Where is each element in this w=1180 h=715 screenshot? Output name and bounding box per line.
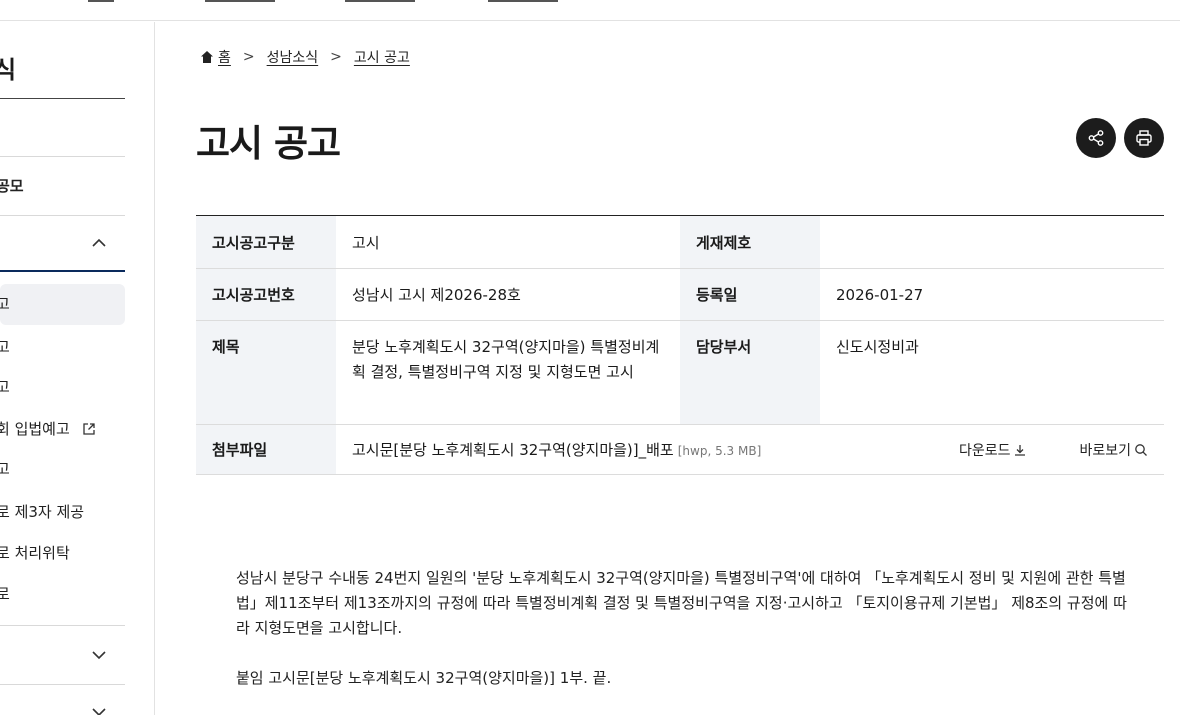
attachment-label: 첨부파일 bbox=[196, 424, 336, 475]
top-nav-item[interactable] bbox=[205, 0, 275, 2]
department-label: 담당부서 bbox=[680, 320, 820, 425]
attachment-actions: 다운로드 바로보기 bbox=[907, 440, 1148, 460]
chevron-down-icon[interactable] bbox=[91, 647, 107, 663]
sidebar-subitem-legislative-notice[interactable]: 회 입법예고 bbox=[0, 418, 96, 439]
sidebar-active-highlight bbox=[0, 284, 125, 325]
category-value: 고시 bbox=[336, 215, 680, 269]
share-button[interactable] bbox=[1076, 118, 1116, 158]
external-link-icon bbox=[83, 423, 95, 435]
divider bbox=[0, 156, 125, 157]
table-row: 제목 분당 노후계획도시 32구역(양지마을) 특별정비계획 결정, 특별정비구… bbox=[196, 320, 1164, 425]
top-nav-item[interactable] bbox=[345, 0, 415, 2]
sidebar-subitem[interactable]: 고 bbox=[0, 376, 10, 397]
body-paragraph: 붙임 고시문[분당 노후계획도시 32구역(양지마을)] 1부. 끝. bbox=[236, 669, 612, 687]
breadcrumb-notice[interactable]: 고시 공고 bbox=[354, 47, 410, 67]
search-icon bbox=[1135, 443, 1147, 456]
subject-value: 분당 노후계획도시 32구역(양지마을) 특별정비계획 결정, 특별정비구역 지… bbox=[336, 320, 680, 425]
download-icon bbox=[1015, 444, 1026, 456]
home-icon bbox=[201, 51, 213, 63]
notice-number-label: 고시공고번호 bbox=[196, 268, 336, 321]
divider bbox=[0, 215, 125, 216]
sidebar-subitem-third-party[interactable]: 로 제3자 제공 bbox=[0, 501, 84, 522]
breadcrumb-news[interactable]: 성남소식 bbox=[267, 47, 319, 67]
table-row: 고시공고번호 성남시 고시 제2026-28호 등록일 2026-01-27 bbox=[196, 268, 1164, 321]
preview-button[interactable]: 바로보기 bbox=[1079, 440, 1148, 460]
attachment-cell: 고시문[분당 노후계획도시 32구역(양지마을)]_배포 [hwp, 5.3 MB… bbox=[336, 424, 1164, 475]
sidebar-subitem-notice[interactable]: 고 bbox=[0, 293, 10, 314]
breadcrumb-home[interactable]: 홈 bbox=[218, 47, 231, 67]
post-number-label: 게재제호 bbox=[680, 215, 820, 269]
table-row: 첨부파일 고시문[분당 노후계획도시 32구역(양지마을)]_배포 [hwp, 5… bbox=[196, 424, 1164, 475]
sidebar-subitem[interactable]: 로 bbox=[0, 583, 10, 604]
divider bbox=[0, 684, 125, 685]
sidebar-subitem-outsourcing[interactable]: 로 처리위탁 bbox=[0, 542, 70, 563]
table-row: 고시공고구분 고시 게재제호 bbox=[196, 215, 1164, 269]
top-nav-item[interactable] bbox=[88, 0, 114, 2]
sidebar-item-contest[interactable]: 공모 bbox=[0, 175, 24, 196]
attachment-meta: [hwp, 5.3 MB] bbox=[677, 444, 762, 458]
department-value: 신도시정비과 bbox=[820, 320, 1164, 425]
notice-number-value: 성남시 고시 제2026-28호 bbox=[336, 268, 680, 321]
preview-label: 바로보기 bbox=[1079, 442, 1131, 459]
download-button[interactable]: 다운로드 bbox=[959, 440, 1028, 460]
chevron-right-icon: > bbox=[242, 49, 255, 65]
subject-label: 제목 bbox=[196, 320, 336, 425]
printer-icon bbox=[1136, 130, 1152, 146]
breadcrumb: 홈 > 성남소식 > 고시 공고 bbox=[200, 47, 410, 67]
download-label: 다운로드 bbox=[958, 442, 1011, 459]
post-number-value bbox=[820, 215, 1164, 269]
registration-date-label: 등록일 bbox=[680, 268, 820, 321]
notice-body: 성남시 분당구 수내동 24번지 일원의 '분당 노후계획도시 32구역(양지마… bbox=[236, 566, 1136, 691]
sidebar-subitem[interactable]: 고 bbox=[0, 336, 10, 357]
sidebar-subitem-label: 회 입법예고 bbox=[0, 420, 70, 438]
chevron-right-icon: > bbox=[330, 49, 342, 65]
divider bbox=[0, 625, 125, 626]
body-paragraph: 성남시 분당구 수내동 24번지 일원의 '분당 노후계획도시 32구역(양지마… bbox=[236, 569, 1127, 637]
top-nav-item[interactable] bbox=[488, 0, 558, 2]
attachment-file: 고시문[분당 노후계획도시 32구역(양지마을)]_배포 [hwp, 5.3 MB… bbox=[352, 439, 761, 460]
sidebar-title: 식 bbox=[0, 50, 16, 85]
divider bbox=[0, 270, 125, 272]
registration-date-value: 2026-01-27 bbox=[820, 268, 1164, 321]
share-icon bbox=[1088, 130, 1104, 146]
sidebar: 식 공모 고 고 고 회 입법예고 고 로 제3자 제공 로 처리위탁 로 bbox=[0, 22, 155, 715]
sidebar-subitem[interactable]: 고 bbox=[0, 458, 10, 479]
top-navigation bbox=[0, 0, 1180, 21]
page-title: 고시 공고 bbox=[196, 122, 341, 165]
chevron-down-icon[interactable] bbox=[91, 704, 107, 715]
divider bbox=[0, 98, 125, 99]
print-button[interactable] bbox=[1124, 118, 1164, 158]
category-label: 고시공고구분 bbox=[196, 215, 336, 269]
notice-detail-table: 고시공고구분 고시 게재제호 고시공고번호 성남시 고시 제2026-28호 등… bbox=[196, 215, 1164, 475]
attachment-name: 고시문[분당 노후계획도시 32구역(양지마을)]_배포 bbox=[352, 441, 674, 459]
chevron-up-icon[interactable] bbox=[91, 235, 107, 251]
